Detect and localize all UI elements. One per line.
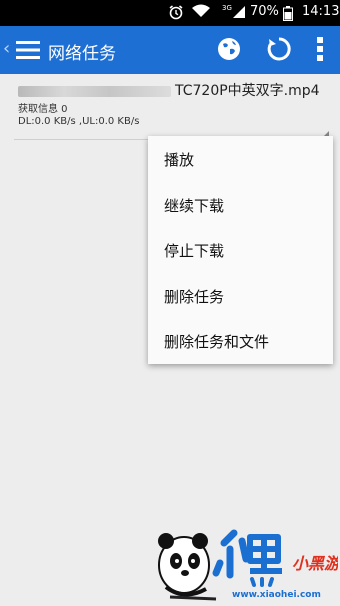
menu-item-label: 继续下载 — [164, 197, 225, 215]
menu-item-label: 删除任务 — [164, 288, 225, 306]
action-bar: ‹ 网络任务 — [0, 26, 340, 74]
back-chevron-icon[interactable]: ‹ — [3, 38, 10, 59]
menu-item-play[interactable]: 播放 — [148, 137, 333, 182]
watermark-brand: 小黑游戏 — [292, 554, 338, 573]
task-file-name: TC720P中英双字.mp4 — [18, 80, 320, 100]
menu-item-resume-download[interactable]: 继续下载 — [148, 183, 333, 228]
network-type: 3G — [222, 4, 232, 12]
watermark-url: www.xiaohei.com — [232, 590, 321, 600]
page-title: 网络任务 — [48, 44, 116, 64]
redacted-file-prefix — [18, 85, 171, 97]
status-bar: 3G 70% 14:13 — [0, 0, 340, 26]
watermark-logo: 小黑游戏 www.xiaohei.com — [146, 519, 340, 602]
menu-item-label: 播放 — [164, 151, 195, 169]
refresh-icon[interactable] — [266, 36, 292, 66]
task-speed: DL:0.0 KB/s ,UL:0.0 KB/s — [18, 116, 140, 127]
alarm-icon — [168, 4, 184, 24]
overflow-menu-icon[interactable] — [316, 35, 324, 67]
task-item[interactable]: TC720P中英双字.mp4 获取信息 0 DL:0.0 KB/s ,UL:0.… — [0, 74, 340, 140]
task-file-suffix: TC720P中英双字.mp4 — [175, 83, 320, 99]
menu-item-stop-download[interactable]: 停止下载 — [148, 228, 333, 273]
menu-item-label: 删除任务和文件 — [164, 333, 270, 351]
wifi-icon — [191, 3, 211, 23]
drawer-menu-icon[interactable] — [16, 39, 40, 65]
menu-item-delete-task[interactable]: 删除任务 — [148, 274, 333, 319]
clock: 14:13 — [302, 4, 340, 19]
battery-icon — [283, 6, 293, 25]
context-menu: 播放 继续下载 停止下载 删除任务 删除任务和文件 — [148, 136, 333, 364]
globe-icon[interactable] — [216, 36, 242, 66]
battery-percent: 70% — [250, 4, 279, 19]
menu-item-label: 停止下载 — [164, 242, 225, 260]
menu-item-delete-task-and-file[interactable]: 删除任务和文件 — [148, 319, 333, 364]
signal-icon — [232, 5, 246, 23]
task-status-info: 获取信息 0 — [18, 104, 68, 115]
